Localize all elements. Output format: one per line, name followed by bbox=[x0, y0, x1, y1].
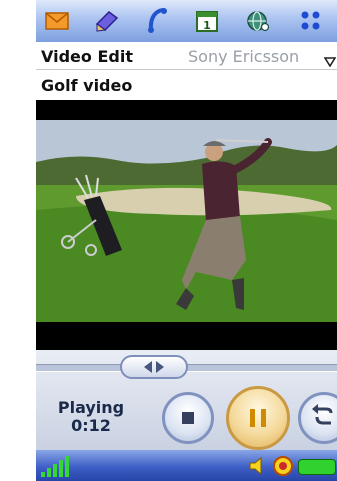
repeat-icon bbox=[312, 404, 333, 425]
top-toolbar: 1 bbox=[36, 0, 337, 42]
pause-icon bbox=[250, 409, 266, 427]
phone-icon[interactable] bbox=[144, 8, 170, 34]
stop-icon bbox=[182, 412, 194, 424]
arrow-right-icon bbox=[156, 361, 164, 373]
calendar-icon[interactable]: 1 bbox=[194, 8, 220, 34]
pause-button[interactable] bbox=[226, 386, 290, 450]
pen-icon[interactable] bbox=[94, 8, 120, 34]
title-row: Golf video bbox=[36, 70, 337, 100]
alarm-icon bbox=[273, 456, 293, 476]
player-controls: Playing 0:12 bbox=[36, 350, 337, 450]
seek-handle[interactable] bbox=[120, 355, 188, 379]
menu-bar: Video Edit Sony Ericsson bbox=[36, 42, 337, 70]
playback-time: 0:12 bbox=[71, 416, 111, 435]
arrow-left-icon bbox=[144, 361, 152, 373]
app-title[interactable]: Video Edit bbox=[41, 47, 133, 66]
playback-state: Playing bbox=[57, 398, 125, 417]
chevron-down-icon[interactable] bbox=[323, 52, 337, 71]
speaker-icon[interactable] bbox=[248, 455, 270, 477]
battery-icon bbox=[298, 459, 336, 475]
repeat-button[interactable] bbox=[298, 392, 337, 444]
video-player[interactable] bbox=[36, 100, 337, 350]
brand-dropdown[interactable]: Sony Ericsson bbox=[188, 47, 299, 66]
signal-strength-icon bbox=[41, 456, 69, 477]
stop-button[interactable] bbox=[162, 392, 214, 444]
video-title: Golf video bbox=[41, 76, 133, 95]
playback-status: Playing 0:12 bbox=[54, 399, 128, 435]
calendar-day: 1 bbox=[203, 19, 211, 32]
globe-icon[interactable] bbox=[244, 8, 270, 34]
apps-grid-icon[interactable] bbox=[298, 8, 324, 34]
status-bar bbox=[36, 450, 337, 481]
envelope-icon[interactable] bbox=[44, 8, 70, 34]
video-frame-image bbox=[36, 100, 337, 350]
